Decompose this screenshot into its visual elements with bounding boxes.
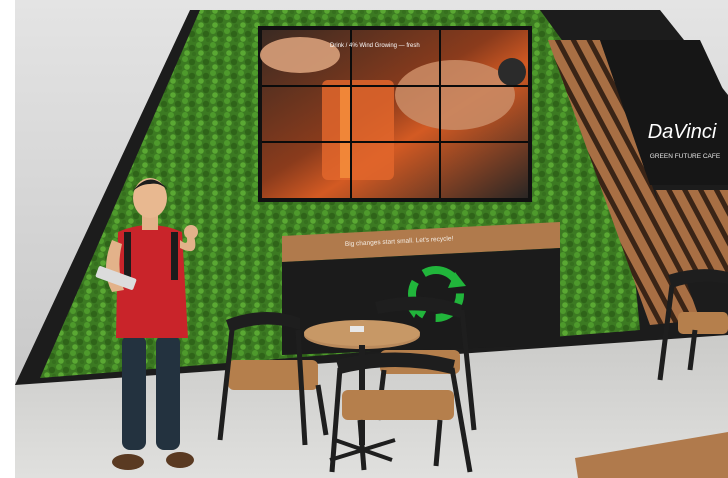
brand-tagline: GREEN FUTURE CAFE — [650, 153, 721, 160]
brand-logo: DaVinci — [648, 121, 717, 143]
cafe-booth-render: DaVinci GREEN FUTURE CAFE Drink / 4% Win… — [0, 0, 728, 478]
video-wall-caption: Drink / 4% Wind Growing — fresh — [330, 43, 420, 49]
video-wall: Drink / 4% Wind Growing — fresh — [258, 26, 532, 202]
scene-canvas: DaVinci GREEN FUTURE CAFE Drink / 4% Win… — [0, 0, 728, 478]
left-margin — [0, 0, 15, 478]
